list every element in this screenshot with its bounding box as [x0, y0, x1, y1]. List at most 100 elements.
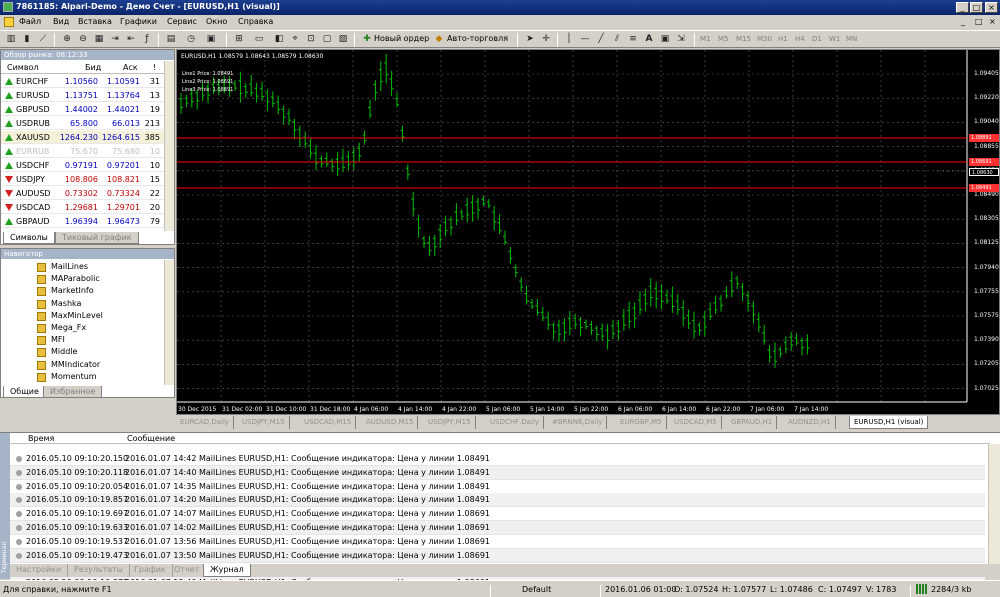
- journal-row[interactable]: 2016.05.10 09:10:19.537 2016.01.07 13:56 …: [10, 535, 985, 549]
- market-watch-row[interactable]: EURCHF 1.10560 1.10591 31: [1, 75, 164, 88]
- market-watch-row[interactable]: GBPAUD 1.96394 1.96473 79: [1, 215, 164, 228]
- menu-view[interactable]: Вид: [53, 17, 69, 26]
- market-watch-row[interactable]: EURUSD 1.13751 1.13764 13: [1, 89, 164, 102]
- chart-tab[interactable]: USDCAD,M15: [300, 416, 357, 429]
- market-watch-row[interactable]: USDCAD 1.29681 1.29701 20: [1, 201, 164, 214]
- market-watch-row[interactable]: USDCHF 0.97191 0.97201 10: [1, 159, 164, 172]
- chart-tab[interactable]: AUDUSD,M15: [362, 416, 419, 429]
- menu-tools[interactable]: Сервис: [167, 17, 197, 26]
- candle-chart-icon[interactable]: ▮: [20, 33, 34, 46]
- fibonacci-icon[interactable]: ≡: [626, 33, 640, 46]
- minimize-button[interactable]: _: [956, 2, 969, 13]
- journal-row[interactable]: 2016.05.10 09:10:20.118 2016.01.07 14:40 …: [10, 465, 985, 480]
- journal-row[interactable]: 2016.05.10 09:10:20.150 2016.01.07 14:42 …: [10, 452, 985, 466]
- templates-dropdown-icon[interactable]: ▣: [204, 33, 218, 46]
- tile-windows-icon[interactable]: ▦: [92, 33, 106, 46]
- journal-row[interactable]: 2016.05.10 09:10:19.857 2016.01.07 14:20 …: [10, 493, 985, 508]
- journal-row[interactable]: 2016.05.10 09:10:19.633 2016.01.07 14:02 …: [10, 521, 985, 535]
- menu-file[interactable]: Файл: [19, 17, 41, 26]
- menu-help[interactable]: Справка: [238, 17, 273, 26]
- text-label-icon[interactable]: ▣: [658, 33, 672, 46]
- terminal-scrollbar[interactable]: [988, 444, 1000, 564]
- menu-charts[interactable]: Графики: [120, 17, 157, 26]
- zoom-in-icon[interactable]: ⊕: [60, 33, 74, 46]
- market-watch-row[interactable]: AUDUSD 0.73302 0.73324 22: [1, 187, 164, 200]
- periods-icon[interactable]: ◷: [184, 33, 198, 46]
- tab-graph[interactable]: График: [128, 564, 173, 577]
- tab-results[interactable]: Результаты: [68, 564, 131, 577]
- col-ask[interactable]: Аск: [123, 63, 138, 72]
- chart-tab[interactable]: #BRNN6,Daily: [548, 416, 608, 429]
- indicators-icon[interactable]: ƒ: [140, 33, 154, 46]
- journal-row[interactable]: 2016.05.10 09:10:19.697 2016.01.07 14:07 …: [10, 507, 985, 522]
- market-watch-row[interactable]: USDRUB 65.800 66.013 213: [1, 117, 164, 130]
- tab-symbols[interactable]: Символы: [3, 232, 55, 244]
- chart-tab[interactable]: USDCAD,M5: [670, 416, 722, 429]
- tf-m5[interactable]: M5: [718, 35, 729, 43]
- mdi-close-button[interactable]: ×: [989, 17, 996, 26]
- menu-window[interactable]: Окно: [206, 17, 227, 26]
- autotrading-button[interactable]: Авто-торговля: [447, 34, 508, 43]
- tf-h4[interactable]: H4: [795, 35, 805, 43]
- market-watch-row[interactable]: USDJPY 108.806 108.821 15: [1, 173, 164, 186]
- tf-h1[interactable]: H1: [778, 35, 788, 43]
- profiles-icon[interactable]: ▭: [252, 33, 266, 46]
- col-symbol[interactable]: Символ: [7, 63, 39, 72]
- tab-favorites[interactable]: Избранное: [43, 386, 103, 398]
- tab-settings[interactable]: Настройки: [10, 564, 69, 577]
- market-watch-toggle-icon[interactable]: ◧: [272, 33, 286, 46]
- close-button[interactable]: ×: [985, 2, 998, 13]
- tab-journal[interactable]: Журнал: [203, 564, 251, 577]
- journal-row[interactable]: 2016.05.10 09:10:20.054 2016.01.07 14:35 …: [10, 480, 985, 494]
- market-watch-row[interactable]: XAUUSD 1264.230 1264.615 385: [1, 131, 164, 144]
- chart-shift-icon[interactable]: ⇤: [124, 33, 138, 46]
- tab-general[interactable]: Общие: [3, 386, 46, 398]
- crosshair-icon[interactable]: ✛: [539, 33, 553, 46]
- zoom-out-icon[interactable]: ⊖: [76, 33, 90, 46]
- navigator-scrollbar[interactable]: [164, 260, 174, 385]
- chart-tab[interactable]: EURUSD,H1 (visual): [849, 416, 929, 429]
- arrows-icon[interactable]: ⇲: [674, 33, 688, 46]
- status-profile[interactable]: Default: [522, 585, 551, 594]
- chart-tab[interactable]: USDJPY,M15: [238, 416, 290, 429]
- new-chart-icon[interactable]: ⊞: [232, 33, 246, 46]
- mdi-restore-button[interactable]: □: [975, 17, 983, 26]
- chart-tab[interactable]: GBPAUD,H1: [727, 416, 778, 429]
- chart-window[interactable]: EURUSD,H1 1.08579 1.08643 1.08579 1.0863…: [176, 49, 1000, 415]
- terminal-toggle-icon[interactable]: ▢: [320, 33, 334, 46]
- mdi-minimize-button[interactable]: _: [961, 17, 965, 26]
- vertical-line-icon[interactable]: │: [562, 33, 576, 46]
- chart-tab[interactable]: EURCAD,Daily: [176, 416, 235, 429]
- cursor-icon[interactable]: ➤: [523, 33, 537, 46]
- chart-tab[interactable]: USDJPY,M15: [424, 416, 476, 429]
- col-time[interactable]: Время: [28, 434, 54, 443]
- maximize-button[interactable]: □: [970, 2, 983, 13]
- journal-row[interactable]: 2016.05.10 09:10:19.473 2016.01.07 13:50 …: [10, 548, 985, 563]
- templates-icon[interactable]: ▤: [164, 33, 178, 46]
- line-chart-icon[interactable]: ⟋: [36, 33, 50, 46]
- menu-insert[interactable]: Вставка: [78, 17, 112, 26]
- market-watch-scrollbar[interactable]: [164, 61, 174, 231]
- new-order-icon[interactable]: ✚: [360, 33, 374, 46]
- tf-m30[interactable]: M30: [757, 35, 772, 43]
- tf-w1[interactable]: W1: [829, 35, 840, 43]
- chart-tab[interactable]: AUDNZD,H1: [784, 416, 836, 429]
- tf-mn[interactable]: MN: [846, 35, 857, 43]
- tab-tick-chart[interactable]: Тиковый график: [55, 232, 139, 244]
- chart-tab[interactable]: EURGBP,M5: [616, 416, 667, 429]
- market-watch-row[interactable]: GBPUSD 1.44002 1.44021 19: [1, 103, 164, 116]
- data-window-icon[interactable]: ⌖: [288, 33, 302, 46]
- navigator-toggle-icon[interactable]: ⊡: [304, 33, 318, 46]
- col-spread[interactable]: !: [153, 63, 156, 72]
- bar-chart-icon[interactable]: ▥: [4, 33, 18, 46]
- tester-toggle-icon[interactable]: ▨: [336, 33, 350, 46]
- channel-icon[interactable]: ⫽: [610, 33, 624, 46]
- autotrading-icon[interactable]: ◆: [432, 33, 446, 46]
- tf-d1[interactable]: D1: [812, 35, 822, 43]
- tab-report[interactable]: Отчет: [168, 564, 207, 577]
- tf-m1[interactable]: M1: [700, 35, 711, 43]
- chart-tab[interactable]: USDCHF,Daily: [486, 416, 545, 429]
- col-bid[interactable]: Бид: [85, 63, 101, 72]
- price-chart[interactable]: [177, 50, 999, 414]
- market-watch-row[interactable]: EURRUB 75.670 75.680 10: [1, 145, 164, 158]
